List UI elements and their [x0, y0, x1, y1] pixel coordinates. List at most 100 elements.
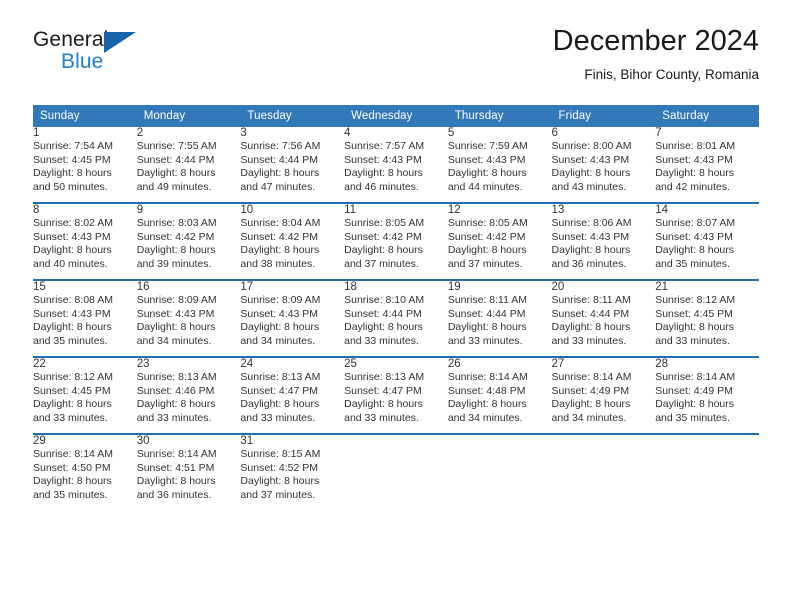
day-details-empty: [447, 448, 552, 510]
day-number[interactable]: 29: [33, 435, 137, 448]
day-sunrise-line: Sunrise: 8:11 AM: [551, 294, 631, 306]
calendar-body: 1 2 3 4 5 6 7 Sunrise: 7:54 AM Sunset: 4:45 PM Da…: [33, 127, 759, 510]
day-number[interactable]: 7: [655, 127, 759, 140]
day-daylight-line: and 33 minutes.: [344, 334, 419, 347]
day-sunset-line: Sunset: 4:43 PM: [33, 230, 111, 243]
day-sunrise-line: Sunrise: 8:09 AM: [240, 294, 321, 306]
day-number[interactable]: 21: [655, 281, 759, 294]
day-daylight-line: Daylight: 8 hours: [240, 475, 320, 488]
sunrise-sunset-calendar: Sunday Monday Tuesday Wednesday Thursday…: [33, 105, 759, 510]
day-sunrise-line: Sunrise: 8:06 AM: [551, 217, 632, 229]
day-daylight-line: Daylight: 8 hours: [344, 167, 423, 180]
day-details: Sunrise: 7:57 AM Sunset: 4:43 PM Daylight:…: [344, 140, 448, 202]
weekday-header-saturday: Saturday: [655, 105, 759, 127]
day-sunrise-line: Sunrise: 8:12 AM: [655, 294, 736, 306]
day-number[interactable]: 17: [240, 281, 345, 294]
day-daylight-line: and 35 minutes.: [655, 257, 730, 270]
day-number[interactable]: 8: [33, 204, 137, 217]
day-daylight-line: Daylight: 8 hours: [551, 321, 631, 334]
day-sunset-line: Sunset: 4:43 PM: [344, 153, 422, 166]
day-number[interactable]: 24: [240, 358, 345, 371]
day-number-empty: [551, 435, 656, 448]
day-daylight-line: Daylight: 8 hours: [136, 398, 216, 411]
day-sunrise-line: Sunrise: 8:05 AM: [447, 217, 528, 229]
general-blue-logo: General Blue: [33, 28, 263, 84]
day-number[interactable]: 26: [447, 358, 552, 371]
day-daylight-line: and 34 minutes.: [447, 411, 523, 424]
day-number[interactable]: 28: [655, 358, 759, 371]
day-number[interactable]: 18: [344, 281, 448, 294]
day-sunset-line: Sunset: 4:43 PM: [655, 230, 733, 243]
day-daylight-line: and 42 minutes.: [655, 180, 730, 193]
day-daylight-line: and 34 minutes.: [136, 334, 212, 347]
day-details: Sunrise: 8:05 AM Sunset: 4:42 PM Daylight:…: [447, 217, 552, 279]
day-number-row: 22 23 24 25 26 27 28: [33, 358, 759, 371]
day-sunset-line: Sunset: 4:52 PM: [240, 461, 319, 474]
day-sunset-line: Sunset: 4:51 PM: [136, 461, 215, 474]
day-daylight-line: Daylight: 8 hours: [551, 167, 631, 180]
day-number[interactable]: 22: [33, 358, 137, 371]
day-daylight-line: and 33 minutes.: [655, 334, 730, 347]
day-daylight-line: and 43 minutes.: [551, 180, 627, 193]
day-daylight-line: Daylight: 8 hours: [33, 321, 112, 334]
day-number[interactable]: 1: [33, 127, 137, 140]
day-number[interactable]: 6: [551, 127, 656, 140]
day-number[interactable]: 12: [447, 204, 552, 217]
day-sunrise-line: Sunrise: 8:14 AM: [136, 448, 217, 460]
day-number[interactable]: 4: [344, 127, 448, 140]
day-number[interactable]: 11: [344, 204, 448, 217]
day-sunset-line: Sunset: 4:44 PM: [344, 307, 422, 320]
day-number[interactable]: 13: [551, 204, 656, 217]
day-daylight-line: and 35 minutes.: [33, 488, 108, 501]
day-number[interactable]: 27: [551, 358, 656, 371]
day-daylight-line: Daylight: 8 hours: [240, 321, 320, 334]
day-number[interactable]: 15: [33, 281, 137, 294]
day-sunset-line: Sunset: 4:47 PM: [240, 384, 319, 397]
day-number[interactable]: 3: [240, 127, 345, 140]
day-details: Sunrise: 8:04 AM Sunset: 4:42 PM Daylight:…: [240, 217, 345, 279]
day-daylight-line: and 33 minutes.: [240, 411, 316, 424]
day-sunrise-line: Sunrise: 8:01 AM: [655, 140, 736, 152]
day-daylight-line: Daylight: 8 hours: [551, 398, 631, 411]
day-sunset-line: Sunset: 4:43 PM: [33, 307, 111, 320]
weekday-header-friday: Friday: [551, 105, 656, 127]
day-details-row: Sunrise: 8:14 AM Sunset: 4:50 PM Daylight:…: [33, 448, 759, 510]
day-details: Sunrise: 8:02 AM Sunset: 4:43 PM Daylight:…: [33, 217, 137, 279]
day-number[interactable]: 2: [136, 127, 241, 140]
day-details-row: Sunrise: 8:12 AM Sunset: 4:45 PM Daylight:…: [33, 371, 759, 433]
day-sunrise-line: Sunrise: 8:14 AM: [447, 371, 528, 383]
day-daylight-line: and 46 minutes.: [344, 180, 419, 193]
day-daylight-line: and 37 minutes.: [447, 257, 523, 270]
day-number-row: 8 9 10 11 12 13 14: [33, 204, 759, 217]
day-number[interactable]: 20: [551, 281, 656, 294]
day-number[interactable]: 30: [136, 435, 241, 448]
day-details: Sunrise: 7:55 AM Sunset: 4:44 PM Daylight:…: [136, 140, 241, 202]
day-daylight-line: Daylight: 8 hours: [344, 321, 423, 334]
day-sunrise-line: Sunrise: 8:13 AM: [344, 371, 425, 383]
calendar-header-row: Sunday Monday Tuesday Wednesday Thursday…: [33, 105, 759, 127]
day-number[interactable]: 9: [136, 204, 241, 217]
day-daylight-line: and 38 minutes.: [240, 257, 316, 270]
logo-text-general: General: [33, 28, 109, 51]
day-sunrise-line: Sunrise: 8:14 AM: [551, 371, 632, 383]
day-number[interactable]: 10: [240, 204, 345, 217]
day-number[interactable]: 31: [240, 435, 345, 448]
day-sunset-line: Sunset: 4:43 PM: [447, 153, 526, 166]
day-number[interactable]: 5: [447, 127, 552, 140]
day-number[interactable]: 16: [136, 281, 241, 294]
day-sunset-line: Sunset: 4:49 PM: [655, 384, 733, 397]
day-details: Sunrise: 8:13 AM Sunset: 4:47 PM Daylight:…: [240, 371, 345, 433]
day-daylight-line: Daylight: 8 hours: [344, 244, 423, 257]
day-number[interactable]: 14: [655, 204, 759, 217]
day-number[interactable]: 23: [136, 358, 241, 371]
day-daylight-line: Daylight: 8 hours: [447, 244, 527, 257]
weekday-header-wednesday: Wednesday: [344, 105, 448, 127]
day-daylight-line: Daylight: 8 hours: [240, 398, 320, 411]
day-sunrise-line: Sunrise: 8:13 AM: [240, 371, 321, 383]
day-details: Sunrise: 8:05 AM Sunset: 4:42 PM Daylight:…: [344, 217, 448, 279]
day-daylight-line: and 36 minutes.: [551, 257, 627, 270]
day-number[interactable]: 25: [344, 358, 448, 371]
day-details-row: Sunrise: 8:02 AM Sunset: 4:43 PM Daylight:…: [33, 217, 759, 279]
day-daylight-line: Daylight: 8 hours: [136, 167, 216, 180]
day-number[interactable]: 19: [447, 281, 552, 294]
